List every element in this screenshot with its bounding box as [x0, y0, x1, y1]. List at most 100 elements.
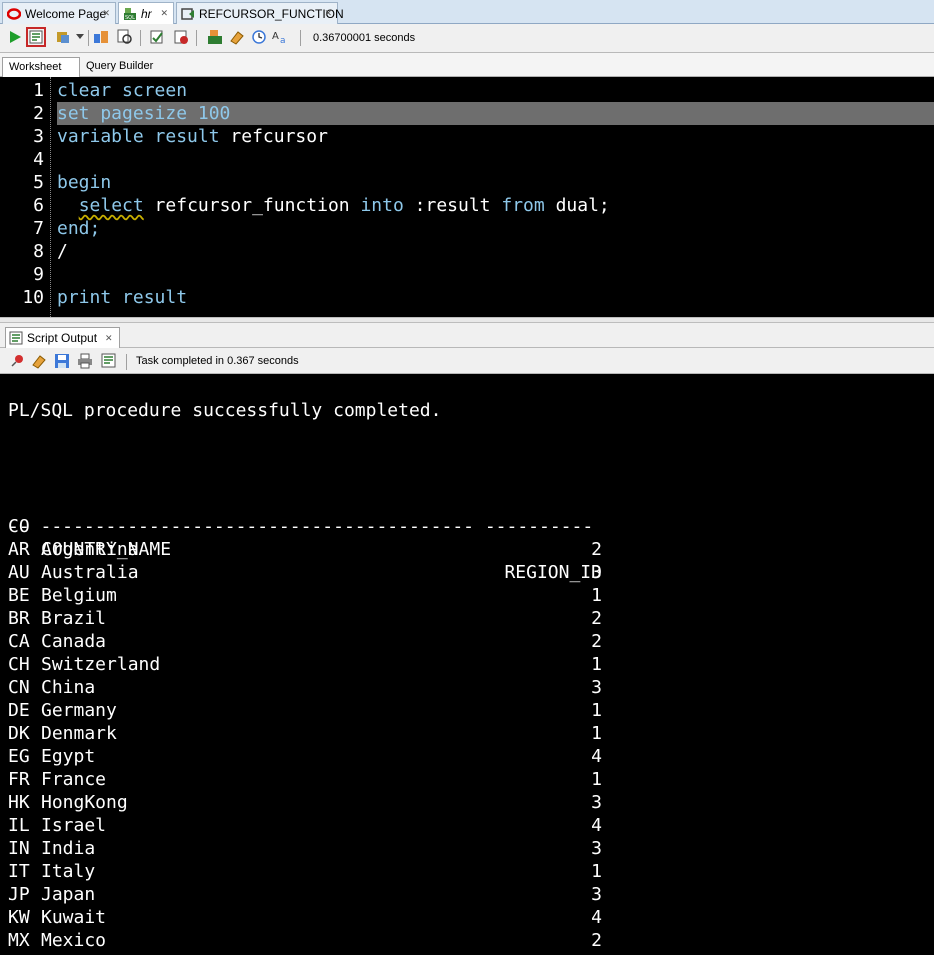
line-number: 5: [33, 172, 44, 193]
close-icon[interactable]: ✕: [105, 333, 113, 344]
table-row: HK HongKong 3: [0, 791, 934, 814]
run-statement-button[interactable]: [6, 28, 24, 46]
country-code-cell: HK: [8, 792, 30, 813]
chevron-down-icon: [76, 34, 84, 39]
output-tab-bar: Script Output ✕: [0, 323, 934, 348]
table-row: EG Egypt 4: [0, 745, 934, 768]
run-script-output-button[interactable]: [100, 352, 118, 370]
code-line[interactable]: print result: [57, 286, 187, 309]
code-line[interactable]: end;: [57, 217, 100, 240]
eraser-icon: [230, 31, 244, 45]
clear-button[interactable]: [228, 28, 246, 46]
code-line[interactable]: /: [57, 240, 68, 263]
commit-button[interactable]: [148, 28, 166, 46]
country-code-cell: AU: [8, 562, 30, 583]
country-name-cell: Denmark: [41, 723, 117, 744]
table-row: MX Mexico 2: [0, 929, 934, 952]
tab-refcursor-function[interactable]: REFCURSOR_FUNCTION ✕: [176, 2, 344, 24]
country-name-cell: Canada: [41, 631, 107, 652]
table-row: DK Denmark 1: [0, 722, 934, 745]
tab-query-builder[interactable]: Query Builder: [80, 57, 170, 77]
close-icon[interactable]: ✕: [324, 8, 332, 19]
country-name-cell: China: [41, 677, 96, 698]
line-number: 8: [33, 241, 44, 262]
close-icon[interactable]: ✕: [160, 8, 168, 19]
document-tab-bar: Welcome Page ✕ SQL hr ✕ REFCURSOR_FUNCTI…: [0, 0, 934, 24]
table-row: AU Australia 3: [0, 561, 934, 584]
save-output-button[interactable]: [53, 352, 71, 370]
country-name-cell: Kuwait: [41, 907, 107, 928]
tab-worksheet[interactable]: Worksheet: [2, 57, 80, 77]
code-line[interactable]: set pagesize 100: [57, 102, 230, 125]
region-id-cell: 3: [591, 677, 602, 698]
country-name-cell: Argentina: [41, 539, 139, 560]
country-code-cell: CH: [8, 654, 30, 675]
sql-tuning-button[interactable]: [116, 28, 134, 46]
country-name-cell: Israel: [41, 815, 107, 836]
close-icon[interactable]: ✕: [102, 8, 110, 19]
country-name-cell: Germany: [41, 700, 117, 721]
tab-welcome-page[interactable]: Welcome Page ✕: [2, 2, 116, 24]
country-name-cell: India: [41, 838, 96, 859]
region-id-cell: 3: [591, 884, 602, 905]
sql-keyword: clear screen: [57, 80, 188, 101]
task-status: Task completed in 0.367 seconds: [136, 355, 299, 367]
country-code-cell: KW: [8, 907, 30, 928]
sql-history-button[interactable]: [250, 28, 268, 46]
country-code-cell: AR: [8, 539, 30, 560]
code-line[interactable]: begin: [57, 171, 111, 194]
code-line[interactable]: clear screen: [57, 79, 187, 102]
code-line[interactable]: select refcursor_function into :result f…: [57, 194, 610, 217]
region-id-cell: 2: [591, 930, 602, 951]
table-row: IT Italy 1: [0, 860, 934, 883]
clear-output-button[interactable]: [30, 352, 48, 370]
output-toolbar: Task completed in 0.367 seconds: [0, 348, 934, 374]
table-row: JP Japan 3: [0, 883, 934, 906]
text-case-icon: Aa: [272, 31, 286, 45]
dropdown-arrow-button[interactable]: [74, 28, 86, 46]
code-token: refcursor: [230, 126, 328, 147]
sql-keyword: variable result: [57, 126, 231, 147]
sql-keyword: into: [360, 195, 404, 216]
table-row: AR Argentina 2: [0, 538, 934, 561]
magnifier-icon: [117, 29, 132, 44]
table-header: CO COUNTRY_NAME REGION_ID: [0, 492, 934, 583]
tab-script-output[interactable]: Script Output ✕: [5, 327, 120, 348]
tab-label: hr: [141, 6, 152, 21]
table-row: CA Canada 2: [0, 630, 934, 653]
print-output-button[interactable]: [76, 352, 94, 370]
rollback-button[interactable]: [172, 28, 190, 46]
country-code-cell: BR: [8, 608, 30, 629]
autotrace-button[interactable]: [54, 28, 72, 46]
sql-keyword: begin: [57, 172, 112, 193]
line-number: 10: [22, 287, 44, 308]
region-id-cell: 1: [591, 861, 602, 882]
region-id-cell: 2: [591, 608, 602, 629]
region-id-cell: 1: [591, 585, 602, 606]
run-script-icon: [29, 30, 43, 44]
line-number: 3: [33, 126, 44, 147]
country-name-cell: Italy: [41, 861, 96, 882]
sql-editor[interactable]: 1 2 3 4 5 6 7 8 9 10 clear screen set pagesize 100 v…: [0, 77, 934, 317]
country-name-cell: Australia: [41, 562, 139, 583]
pin-button[interactable]: [8, 352, 26, 370]
region-id-cell: 2: [591, 539, 602, 560]
tab-hr-worksheet[interactable]: SQL hr ✕: [118, 2, 174, 24]
unshared-sql-worksheet-button[interactable]: [206, 28, 224, 46]
line-number: 6: [33, 195, 44, 216]
worksheet-subtabs: Worksheet Query Builder: [0, 53, 934, 77]
sql-keyword: end;: [57, 218, 101, 239]
country-code-cell: FR: [8, 769, 30, 790]
format-case-button[interactable]: Aa: [272, 28, 290, 46]
table-row: IL Israel 4: [0, 814, 934, 837]
code-line[interactable]: variable result refcursor: [57, 125, 328, 148]
completion-message: PL/SQL procedure successfully completed.: [8, 400, 442, 421]
worksheet-toolbar: Aa 0.36700001 seconds: [0, 24, 934, 53]
save-icon: [55, 354, 69, 368]
explain-plan-button[interactable]: [92, 28, 110, 46]
run-script-button[interactable]: [26, 27, 46, 47]
history-icon: [252, 30, 266, 44]
sql-keyword: print result: [57, 287, 188, 308]
country-code-cell: MX: [8, 930, 30, 951]
